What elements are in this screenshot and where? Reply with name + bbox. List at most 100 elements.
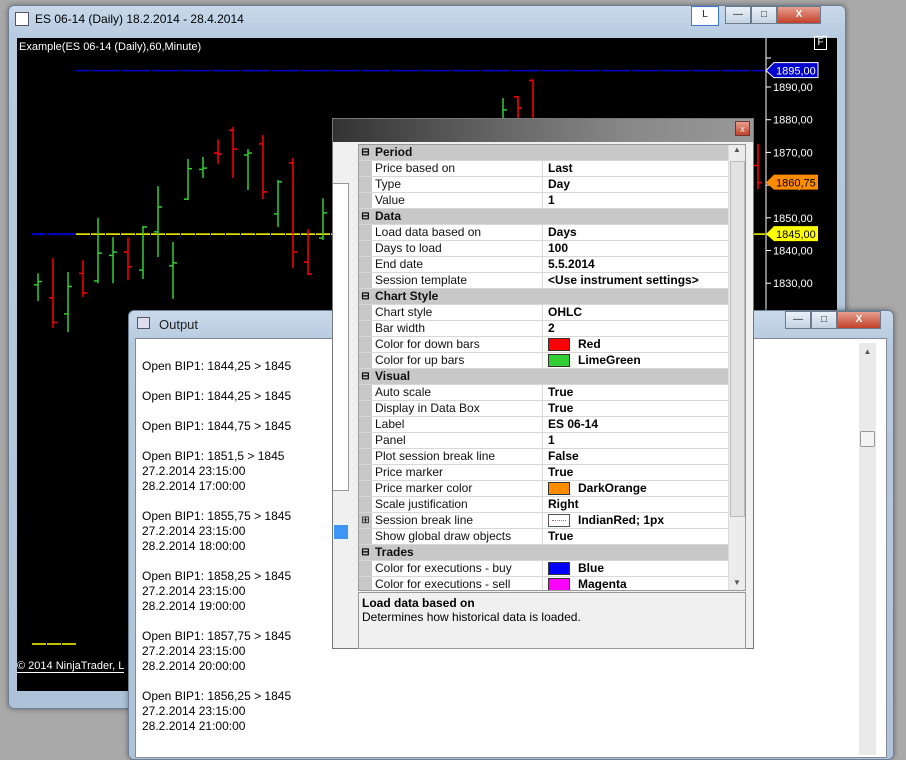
color-swatch — [548, 578, 570, 590]
collapse-icon[interactable]: ⊟ — [359, 545, 372, 560]
property-value[interactable]: True — [543, 529, 730, 544]
property-value[interactable]: IndianRed; 1px — [543, 513, 730, 528]
property-row[interactable]: Panel 1 — [359, 433, 745, 449]
category-chart-style[interactable]: ⊟ Chart Style — [359, 289, 745, 305]
minimize-button[interactable]: — — [725, 6, 751, 24]
property-value-text: Day — [548, 177, 571, 191]
maximize-button[interactable]: □ — [751, 6, 777, 24]
close-button[interactable]: X — [777, 6, 821, 24]
property-value[interactable]: Red — [543, 337, 730, 352]
price-marker-1845: 1845,00 — [776, 229, 816, 241]
property-row[interactable]: Color for executions - sell Magenta — [359, 577, 745, 590]
property-row[interactable]: Chart style OHLC — [359, 305, 745, 321]
output-entry: Open BIP1: 1857,75 > 1845 27.2.2014 23:15… — [142, 629, 291, 674]
property-value-text: DarkOrange — [578, 481, 647, 495]
property-value[interactable]: Day — [543, 177, 730, 192]
dialog-titlebar[interactable]: x — [333, 119, 753, 142]
output-line: 27.2.2014 23:15:00 — [142, 524, 246, 538]
property-row[interactable]: Price marker color DarkOrange — [359, 481, 745, 497]
link-button[interactable]: L — [691, 6, 719, 26]
property-row[interactable]: Bar width 2 — [359, 321, 745, 337]
category-trades[interactable]: ⊟ Trades — [359, 545, 745, 561]
property-value[interactable]: 1 — [543, 433, 730, 448]
indicator-list[interactable] — [333, 183, 349, 539]
property-value[interactable]: 1 — [543, 193, 730, 208]
axis-tick-label: 1830,00 — [773, 278, 813, 290]
property-row[interactable]: Load data based on Days — [359, 225, 745, 241]
property-row[interactable]: Price based on Last — [359, 161, 745, 177]
property-row[interactable]: Plot session break line False — [359, 449, 745, 465]
property-value[interactable]: True — [543, 401, 730, 416]
property-value[interactable]: False — [543, 449, 730, 464]
property-row[interactable]: Label ES 06-14 — [359, 417, 745, 433]
property-value-text: LimeGreen — [578, 353, 641, 367]
collapse-icon[interactable]: ⊟ — [359, 209, 372, 224]
dialog-close-button[interactable]: x — [735, 121, 750, 136]
category-visual[interactable]: ⊟ Visual — [359, 369, 745, 385]
property-value-text: ES 06-14 — [548, 417, 599, 431]
property-value[interactable]: Right — [543, 497, 730, 512]
output-title: Output — [159, 317, 199, 332]
property-grid-scrollbar[interactable]: ▲ ▼ — [728, 145, 745, 590]
property-value[interactable]: True — [543, 465, 730, 480]
property-name: Price marker color — [372, 481, 543, 496]
property-row[interactable]: Session template <Use instrument settings… — [359, 273, 745, 289]
property-row[interactable]: Show global draw objects True — [359, 529, 745, 545]
row-margin — [359, 241, 372, 256]
property-row[interactable]: Auto scale True — [359, 385, 745, 401]
property-value[interactable]: Magenta — [543, 577, 730, 590]
property-value[interactable]: 5.5.2014 — [543, 257, 730, 272]
property-grid[interactable]: ⊟ Period Price based on Last Type Day Value 1 ⊟ D… — [358, 144, 746, 591]
property-value[interactable]: True — [543, 385, 730, 400]
f-button[interactable]: F — [814, 36, 827, 50]
line-style-swatch — [548, 514, 570, 527]
property-row[interactable]: Days to load 100 — [359, 241, 745, 257]
property-row[interactable]: Color for up bars LimeGreen — [359, 353, 745, 369]
axis-tick-label: 1850,00 — [773, 213, 813, 225]
property-value[interactable]: 2 — [543, 321, 730, 336]
property-value[interactable]: LimeGreen — [543, 353, 730, 368]
property-row[interactable]: Scale justification Right — [359, 497, 745, 513]
property-value[interactable]: Blue — [543, 561, 730, 576]
property-value[interactable]: Last — [543, 161, 730, 176]
category-label: Visual — [375, 369, 411, 383]
collapse-icon[interactable]: ⊟ — [359, 369, 372, 384]
category-data[interactable]: ⊟ Data — [359, 209, 745, 225]
property-value-text: 2 — [548, 321, 555, 335]
property-value[interactable]: Days — [543, 225, 730, 240]
property-row[interactable]: Price marker True — [359, 465, 745, 481]
scroll-up-icon[interactable]: ▲ — [729, 145, 745, 154]
property-value[interactable]: 100 — [543, 241, 730, 256]
category-period[interactable]: ⊟ Period — [359, 145, 745, 161]
property-value-text: 1 — [548, 193, 555, 207]
output-line: Open BIP1: 1844,25 > 1845 — [142, 389, 292, 403]
property-value[interactable]: OHLC — [543, 305, 730, 320]
property-name: Value — [372, 193, 543, 208]
property-value[interactable]: DarkOrange — [543, 481, 730, 496]
output-minimize-button[interactable]: — — [785, 311, 811, 329]
collapse-icon[interactable]: ⊟ — [359, 289, 372, 304]
output-line: 28.2.2014 18:00:00 — [142, 539, 246, 553]
property-row[interactable]: End date 5.5.2014 — [359, 257, 745, 273]
collapse-icon[interactable]: ⊟ — [359, 145, 372, 160]
output-close-button[interactable]: X — [837, 311, 881, 329]
property-row[interactable]: Color for executions - buy Blue — [359, 561, 745, 577]
scroll-down-icon[interactable]: ▼ — [729, 578, 745, 587]
property-value[interactable]: <Use instrument settings> — [543, 273, 730, 288]
scroll-thumb[interactable] — [730, 161, 745, 517]
selected-list-item[interactable] — [334, 525, 348, 539]
expand-icon[interactable]: ⊞ — [359, 513, 372, 528]
output-scrollbar[interactable]: ▲ — [859, 343, 876, 755]
property-row[interactable]: Type Day — [359, 177, 745, 193]
scroll-up-icon[interactable]: ▲ — [859, 347, 876, 356]
property-value[interactable]: ES 06-14 — [543, 417, 730, 432]
property-row[interactable]: ⊞ Session break line IndianRed; 1px — [359, 513, 745, 529]
property-description: Load data based on Determines how histor… — [358, 592, 746, 649]
property-row[interactable]: Display in Data Box True — [359, 401, 745, 417]
property-row[interactable]: Value 1 — [359, 193, 745, 209]
output-maximize-button[interactable]: □ — [811, 311, 837, 329]
row-margin — [359, 353, 372, 368]
description-title: Load data based on — [362, 596, 475, 610]
scroll-thumb[interactable] — [860, 431, 875, 447]
property-row[interactable]: Color for down bars Red — [359, 337, 745, 353]
